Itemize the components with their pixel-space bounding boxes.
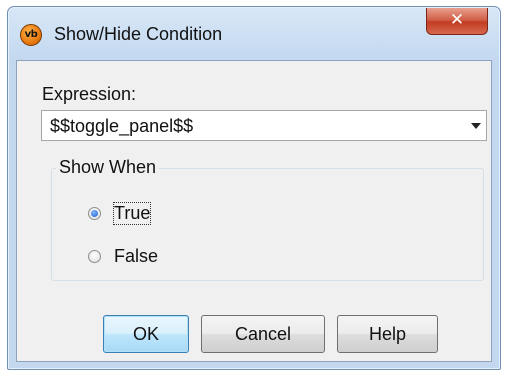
title-bar[interactable]: vb Show/Hide Condition ✕ bbox=[8, 7, 500, 59]
chevron-down-icon[interactable] bbox=[471, 123, 481, 129]
radio-false-label[interactable]: False bbox=[114, 246, 158, 267]
close-icon: ✕ bbox=[449, 10, 465, 30]
expression-value: $$toggle_panel$$ bbox=[50, 116, 194, 136]
ok-button[interactable]: OK bbox=[103, 315, 189, 353]
dialog-body: Expression: $$toggle_panel$$ Show When T… bbox=[16, 60, 492, 362]
radio-true[interactable] bbox=[88, 207, 101, 220]
expression-dropdown[interactable]: $$toggle_panel$$ bbox=[41, 110, 487, 141]
help-button[interactable]: Help bbox=[337, 315, 438, 353]
expression-label: Expression: bbox=[42, 84, 137, 104]
window-title: Show/Hide Condition bbox=[54, 24, 223, 44]
show-when-title: Show When bbox=[56, 157, 160, 178]
dialog-window: vb Show/Hide Condition ✕ Expression: $$t… bbox=[7, 6, 501, 370]
show-when-group: Show When True False bbox=[51, 157, 484, 281]
radio-true-label[interactable]: True bbox=[112, 202, 152, 225]
cancel-button[interactable]: Cancel bbox=[201, 315, 325, 353]
radio-false[interactable] bbox=[88, 250, 101, 263]
vb-logo-icon: vb bbox=[20, 24, 42, 46]
close-button[interactable]: ✕ bbox=[426, 8, 488, 35]
